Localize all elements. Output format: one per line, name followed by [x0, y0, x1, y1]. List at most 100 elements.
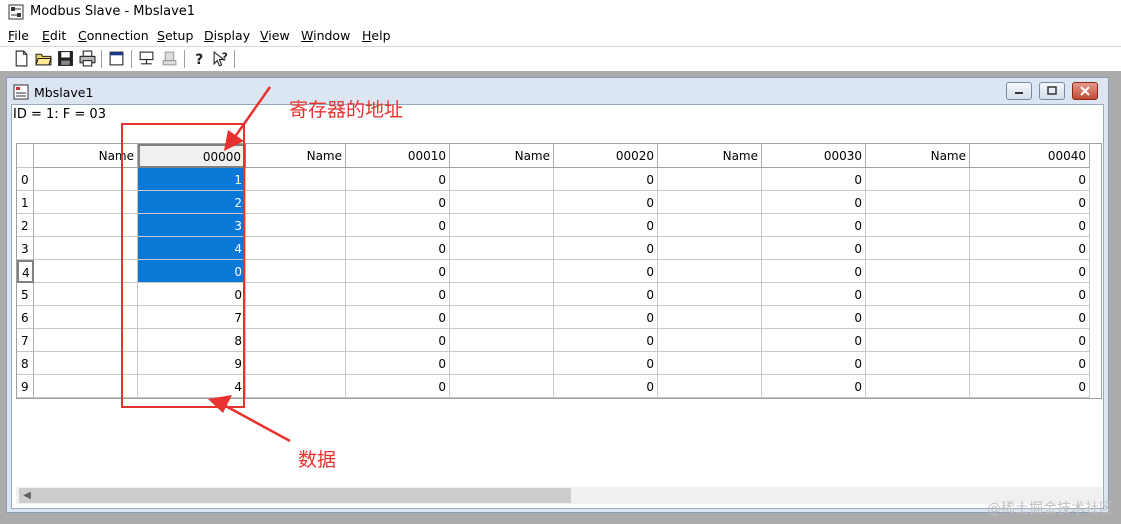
column-header[interactable]: 00030: [762, 144, 866, 168]
restore-button[interactable]: [1039, 82, 1065, 100]
column-header[interactable]: Name: [866, 144, 970, 168]
register-value-cell[interactable]: 0: [346, 375, 450, 398]
row-header[interactable]: 7: [17, 329, 34, 352]
name-cell[interactable]: [450, 375, 554, 398]
name-cell[interactable]: [866, 214, 970, 237]
name-cell[interactable]: [450, 352, 554, 375]
row-header[interactable]: 2: [17, 214, 34, 237]
register-value-cell[interactable]: 0: [970, 237, 1090, 260]
row-header[interactable]: 8: [17, 352, 34, 375]
row-header[interactable]: 0: [17, 168, 34, 191]
register-value-cell[interactable]: 0: [762, 237, 866, 260]
register-value-cell[interactable]: 0: [762, 260, 866, 283]
name-cell[interactable]: [866, 191, 970, 214]
register-value-cell[interactable]: 0: [554, 191, 658, 214]
name-cell[interactable]: [450, 260, 554, 283]
name-cell[interactable]: [450, 329, 554, 352]
menu-setup[interactable]: Setup: [157, 28, 193, 43]
register-value-cell[interactable]: 0: [346, 260, 450, 283]
register-value-cell[interactable]: 0: [970, 283, 1090, 306]
register-value-cell[interactable]: 0: [762, 214, 866, 237]
name-cell[interactable]: [866, 306, 970, 329]
new-icon[interactable]: [13, 50, 30, 67]
name-cell[interactable]: [246, 237, 346, 260]
disconnect-icon[interactable]: [161, 50, 178, 67]
row-header[interactable]: 4: [17, 260, 34, 283]
register-value-cell[interactable]: 0: [554, 260, 658, 283]
name-cell[interactable]: [246, 168, 346, 191]
name-cell[interactable]: [658, 352, 762, 375]
register-value-cell[interactable]: 0: [554, 375, 658, 398]
help-icon[interactable]: ?: [191, 50, 208, 67]
register-value-cell[interactable]: 0: [554, 168, 658, 191]
name-cell[interactable]: [246, 260, 346, 283]
row-header[interactable]: 1: [17, 191, 34, 214]
register-value-cell[interactable]: 0: [762, 375, 866, 398]
register-value-cell[interactable]: 0: [554, 329, 658, 352]
name-cell[interactable]: [246, 214, 346, 237]
minimize-button[interactable]: [1006, 82, 1032, 100]
register-value-cell[interactable]: 0: [554, 306, 658, 329]
menu-window[interactable]: Window: [301, 28, 350, 43]
register-value-cell[interactable]: 0: [970, 329, 1090, 352]
close-button[interactable]: [1072, 82, 1098, 100]
register-value-cell[interactable]: 0: [970, 352, 1090, 375]
name-cell[interactable]: [450, 214, 554, 237]
register-value-cell[interactable]: 0: [554, 352, 658, 375]
name-cell[interactable]: [658, 237, 762, 260]
column-header[interactable]: 00010: [346, 144, 450, 168]
context-help-icon[interactable]: ?: [212, 50, 229, 67]
column-header[interactable]: Name: [658, 144, 762, 168]
register-value-cell[interactable]: 0: [346, 214, 450, 237]
register-value-cell[interactable]: 0: [970, 260, 1090, 283]
register-value-cell[interactable]: 0: [970, 306, 1090, 329]
connect-icon[interactable]: [138, 50, 155, 67]
name-cell[interactable]: [246, 191, 346, 214]
menu-view[interactable]: View: [260, 28, 290, 43]
row-header[interactable]: 5: [17, 283, 34, 306]
name-cell[interactable]: [658, 214, 762, 237]
name-cell[interactable]: [246, 352, 346, 375]
register-value-cell[interactable]: 0: [970, 375, 1090, 398]
register-value-cell[interactable]: 0: [762, 329, 866, 352]
name-cell[interactable]: [658, 329, 762, 352]
name-cell[interactable]: [658, 191, 762, 214]
register-value-cell[interactable]: 0: [762, 306, 866, 329]
register-value-cell[interactable]: 0: [346, 191, 450, 214]
register-value-cell[interactable]: 0: [762, 352, 866, 375]
name-cell[interactable]: [866, 352, 970, 375]
name-cell[interactable]: [246, 283, 346, 306]
menu-display[interactable]: Display: [204, 28, 250, 43]
name-cell[interactable]: [866, 283, 970, 306]
register-value-cell[interactable]: 0: [346, 329, 450, 352]
register-value-cell[interactable]: 0: [346, 306, 450, 329]
name-cell[interactable]: [450, 168, 554, 191]
register-value-cell[interactable]: 0: [762, 168, 866, 191]
column-header[interactable]: Name: [246, 144, 346, 168]
name-cell[interactable]: [450, 306, 554, 329]
register-value-cell[interactable]: 0: [970, 168, 1090, 191]
register-value-cell[interactable]: 0: [346, 168, 450, 191]
register-value-cell[interactable]: 0: [970, 214, 1090, 237]
name-cell[interactable]: [450, 237, 554, 260]
row-header[interactable]: 9: [17, 375, 34, 398]
register-value-cell[interactable]: 0: [970, 191, 1090, 214]
register-value-cell[interactable]: 0: [346, 283, 450, 306]
menu-file[interactable]: File: [8, 28, 29, 43]
name-cell[interactable]: [866, 168, 970, 191]
name-cell[interactable]: [658, 168, 762, 191]
name-cell[interactable]: [658, 283, 762, 306]
row-header[interactable]: 3: [17, 237, 34, 260]
name-cell[interactable]: [450, 191, 554, 214]
save-icon[interactable]: [57, 50, 74, 67]
name-cell[interactable]: [866, 260, 970, 283]
menu-edit[interactable]: Edit: [42, 28, 66, 43]
column-header[interactable]: 00040: [970, 144, 1090, 168]
register-value-cell[interactable]: 0: [762, 191, 866, 214]
register-value-cell[interactable]: 0: [554, 237, 658, 260]
open-icon[interactable]: [35, 50, 52, 67]
column-header[interactable]: Name: [450, 144, 554, 168]
print-icon[interactable]: [79, 50, 96, 67]
register-value-cell[interactable]: 0: [554, 283, 658, 306]
register-value-cell[interactable]: 0: [554, 214, 658, 237]
